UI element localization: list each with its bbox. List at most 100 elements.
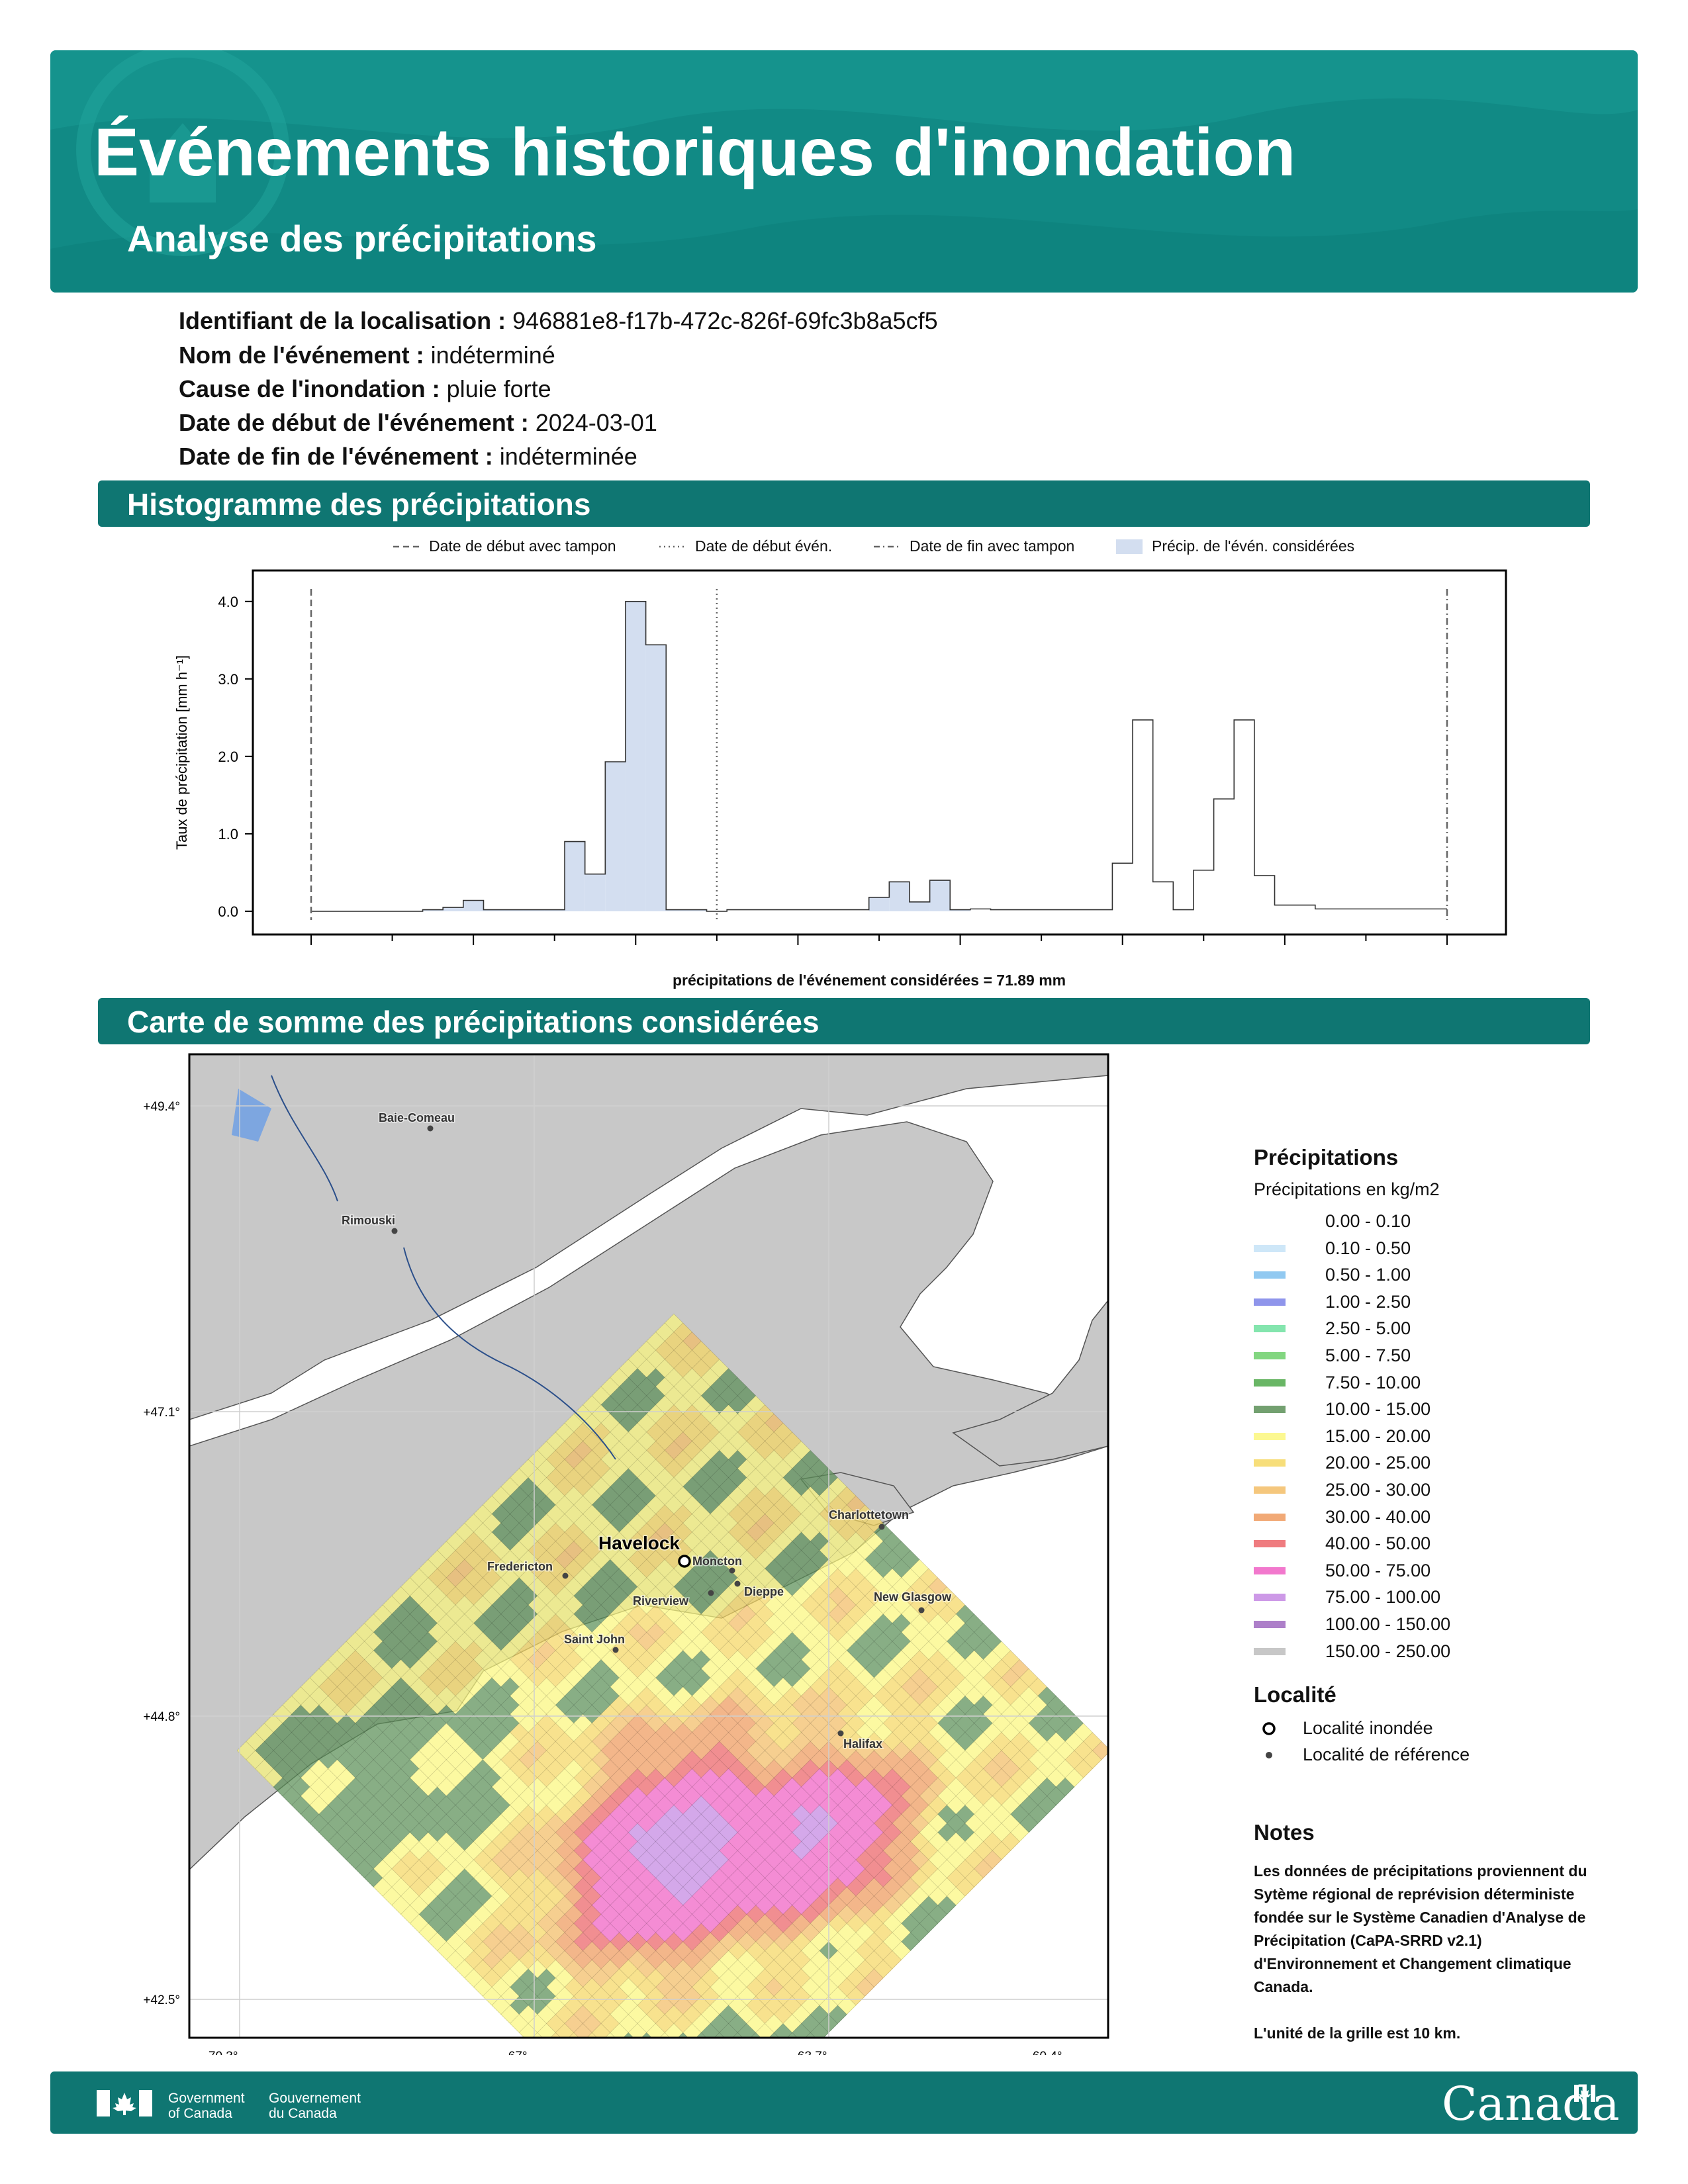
longitude-label: -70.3° bbox=[205, 2050, 238, 2055]
wordmark-flag-icon bbox=[1574, 2085, 1595, 2102]
legend-class-label: 25.00 - 30.00 bbox=[1325, 1480, 1431, 1500]
legend-class-label: 50.00 - 75.00 bbox=[1325, 1560, 1431, 1580]
precip-bar bbox=[605, 762, 626, 911]
longitude-label: -63.7° bbox=[794, 2050, 827, 2055]
info-label: Nom de l'événement : bbox=[179, 341, 424, 369]
legend-subtitle: Précipitations en kg/m2 bbox=[1254, 1179, 1440, 1199]
legend-class-row: 100.00 - 150.00 bbox=[1254, 1614, 1450, 1635]
reference-locality-marker bbox=[612, 1647, 619, 1653]
legend-label: Localité de référence bbox=[1303, 1745, 1470, 1764]
dashdot-line-icon bbox=[874, 545, 900, 547]
info-label: Date de début de l'événement : bbox=[179, 409, 529, 436]
flooded-locality-marker bbox=[678, 1555, 691, 1568]
legend-class-label: 2.50 - 5.00 bbox=[1325, 1318, 1411, 1339]
legend-class-row: 0.10 - 0.50 bbox=[1254, 1238, 1411, 1259]
info-flood-cause: Cause de l'inondation : pluie forte bbox=[179, 375, 551, 403]
place-label: Riverview bbox=[633, 1594, 689, 1608]
info-start-date: Date de début de l'événement : 2024-03-0… bbox=[179, 409, 657, 437]
place-label: Fredericton bbox=[487, 1560, 553, 1573]
reference-locality-marker bbox=[734, 1580, 741, 1587]
place-label: Rimouski bbox=[342, 1214, 395, 1227]
legend-swatch bbox=[1254, 1352, 1286, 1359]
place-label: Saint John bbox=[564, 1633, 625, 1646]
legend-class-label: 75.00 - 100.00 bbox=[1325, 1587, 1441, 1608]
page-title: Événements historiques d'inondation bbox=[94, 114, 1296, 190]
legend-label: Date de fin avec tampon bbox=[910, 537, 1075, 555]
legend-swatch bbox=[1254, 1647, 1286, 1655]
legend-class-label: 7.50 - 10.00 bbox=[1325, 1372, 1421, 1392]
section-title: Carte de somme des précipitations consid… bbox=[127, 1005, 820, 1039]
page-subtitle: Analyse des précipitations bbox=[127, 218, 597, 259]
y-axis-label: Taux de précipitation [mm h⁻¹] bbox=[173, 655, 190, 850]
legend-class-row: 10.00 - 15.00 bbox=[1254, 1399, 1430, 1420]
legend-class-label: 150.00 - 250.00 bbox=[1325, 1641, 1451, 1661]
y-tick-label: 2.0 bbox=[218, 749, 238, 765]
place-label: Havelock bbox=[598, 1533, 680, 1553]
notes-paragraph: L'unité de la grille est 10 km. bbox=[1254, 2025, 1461, 2042]
info-value: 946881e8-f17b-472c-826f-69fc3b8a5cf5 bbox=[512, 307, 938, 334]
reference-locality-marker bbox=[918, 1607, 925, 1614]
precip-bar bbox=[868, 897, 890, 911]
legend-class-row: 75.00 - 100.00 bbox=[1254, 1587, 1440, 1608]
y-tick-label: 1.0 bbox=[218, 826, 238, 842]
gouvernement-du-canada-label: Gouvernement du Canada bbox=[269, 2091, 361, 2121]
legend-class-label: 0.00 - 0.10 bbox=[1325, 1211, 1411, 1231]
section-title: Histogramme des précipitations bbox=[127, 487, 591, 522]
canada-flag-icon bbox=[97, 2090, 152, 2116]
precip-bar bbox=[645, 645, 667, 911]
latitude-label: +49.4° bbox=[143, 1100, 180, 1114]
precipitation-histogram: 0.0 1.0 2.0 3.0 4.0 Taux de précipitation [mm… bbox=[173, 569, 1507, 945]
dashed-line-icon bbox=[393, 545, 420, 547]
legend-class-row: 150.00 - 250.00 bbox=[1254, 1641, 1450, 1662]
precip-bar bbox=[443, 907, 463, 911]
precip-bar bbox=[565, 841, 585, 911]
legend-swatch bbox=[1254, 1540, 1286, 1548]
notes-body: Les données de précipitations proviennen… bbox=[1254, 1860, 1598, 2068]
legend-class-label: 20.00 - 25.00 bbox=[1325, 1453, 1431, 1473]
legend-swatch bbox=[1254, 1325, 1286, 1333]
legend-class-row: 2.50 - 5.00 bbox=[1254, 1318, 1411, 1339]
legend-class-label: 10.00 - 15.00 bbox=[1325, 1399, 1431, 1420]
legend-label: Date de début évén. bbox=[695, 537, 833, 555]
reference-locality-marker bbox=[878, 1524, 885, 1530]
legend-reference: Localité de référence bbox=[1254, 1745, 1470, 1765]
legend-class-row: 1.00 - 2.50 bbox=[1254, 1292, 1411, 1312]
legend-class-label: 0.10 - 0.50 bbox=[1325, 1238, 1411, 1258]
legend-class-row: 20.00 - 25.00 bbox=[1254, 1453, 1430, 1473]
reference-locality-marker bbox=[562, 1572, 569, 1579]
precip-bar bbox=[585, 874, 606, 911]
legend-class-row: 40.00 - 50.00 bbox=[1254, 1533, 1430, 1554]
legend-swatch bbox=[1254, 1379, 1286, 1387]
info-value: indéterminé bbox=[430, 341, 555, 369]
info-location-id: Identifiant de la localisation : 946881e… bbox=[179, 307, 938, 335]
info-event-name: Nom de l'événement : indéterminé bbox=[179, 341, 555, 369]
legend-swatch bbox=[1254, 1567, 1286, 1574]
y-tick-label: 4.0 bbox=[218, 594, 238, 610]
reference-locality-marker bbox=[837, 1730, 844, 1737]
legend-class-label: 40.00 - 50.00 bbox=[1325, 1533, 1431, 1554]
longitude-label: -60.4° bbox=[1029, 2050, 1062, 2055]
section-map: Carte de somme des précipitations consid… bbox=[98, 998, 1590, 1044]
precip-step-line bbox=[311, 601, 1447, 912]
legend-class-row: 25.00 - 30.00 bbox=[1254, 1480, 1430, 1500]
longitude-label: -67° bbox=[504, 2050, 527, 2055]
reference-locality-marker bbox=[391, 1228, 398, 1234]
precipitation-map: Baie-Comeau Rimouski Fredericton Moncton Die… bbox=[143, 1053, 1109, 2055]
section-histogram: Histogramme des précipitations bbox=[98, 480, 1590, 527]
info-value: indéterminée bbox=[499, 443, 637, 470]
info-value: pluie forte bbox=[446, 375, 551, 402]
precip-bar bbox=[463, 900, 484, 911]
info-end-date: Date de fin de l'événement : indéterminé… bbox=[179, 443, 637, 471]
legend-swatch bbox=[1254, 1271, 1286, 1279]
legend-swatch bbox=[1254, 1218, 1286, 1225]
precip-bar bbox=[909, 901, 930, 911]
place-label: Dieppe bbox=[744, 1585, 784, 1598]
legend-class-label: 100.00 - 150.00 bbox=[1325, 1614, 1451, 1634]
info-label: Cause de l'inondation : bbox=[179, 375, 440, 402]
dotted-line-icon bbox=[659, 545, 686, 547]
y-tick-label: 3.0 bbox=[218, 671, 238, 688]
legend-buffer-start: Date de début avec tampon bbox=[393, 537, 616, 555]
precip-bar bbox=[625, 601, 646, 911]
government-of-canada-label: Government of Canada bbox=[168, 2091, 245, 2121]
legend-label: Précip. de l'évén. considérées bbox=[1152, 537, 1355, 555]
